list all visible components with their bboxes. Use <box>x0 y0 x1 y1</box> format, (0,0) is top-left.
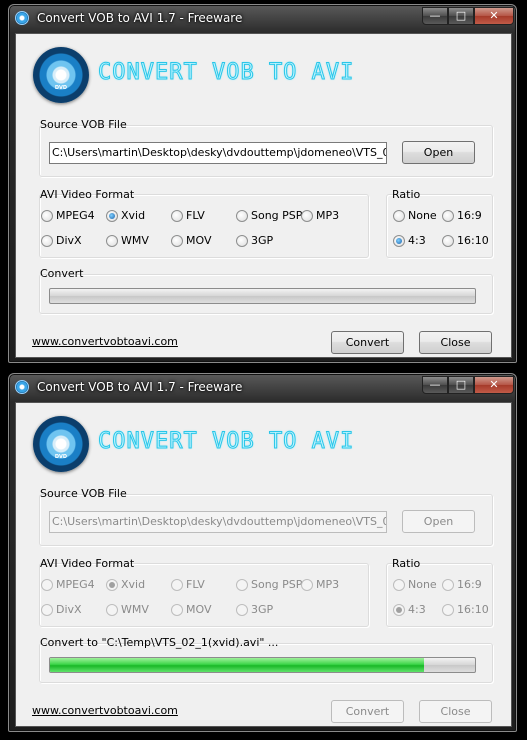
close-button[interactable]: Close <box>419 331 492 354</box>
main-window: Convert VOB to AVI 1.7 - Freeware — □ ✕ … <box>8 4 517 363</box>
radio-icon <box>442 604 454 616</box>
ratio-label: Ratio <box>392 188 421 201</box>
radio-selected-icon <box>106 579 118 591</box>
radio-icon <box>442 579 454 591</box>
format-label: AVI Video Format <box>40 557 135 570</box>
radio-icon <box>171 604 183 616</box>
radio-icon <box>171 210 183 222</box>
progress-bar <box>49 288 476 304</box>
radio-icon <box>442 210 454 222</box>
radio-icon <box>171 579 183 591</box>
radio-icon <box>301 210 313 222</box>
radio-icon <box>41 579 53 591</box>
radio-icon <box>106 235 118 247</box>
radio-icon <box>41 210 53 222</box>
format-label: AVI Video Format <box>40 188 135 201</box>
radio-icon <box>236 235 248 247</box>
convert-button: Convert <box>331 700 404 723</box>
logo-text: CONVERT VOB TO AVI <box>97 429 355 455</box>
open-button: Open <box>402 510 475 533</box>
close-button: Close <box>419 700 492 723</box>
convert-status-label: Convert <box>40 267 84 280</box>
radio-icon <box>106 604 118 616</box>
source-path-input[interactable]: C:\Users\martin\Desktop\desky\dvdouttemp… <box>49 142 387 164</box>
radio-icon <box>236 210 248 222</box>
close-icon[interactable]: ✕ <box>474 7 514 25</box>
radio-icon <box>41 235 53 247</box>
radio-icon <box>171 235 183 247</box>
radio-selected-icon <box>393 604 405 616</box>
radio-icon <box>41 604 53 616</box>
app-dvd-icon[interactable] <box>15 11 29 25</box>
website-link[interactable]: www.convertvobtoavi.com <box>32 704 178 717</box>
radio-selected-icon <box>106 210 118 222</box>
app-dvd-icon[interactable] <box>15 380 29 394</box>
source-label: Source VOB File <box>40 487 127 500</box>
window-title: Convert VOB to AVI 1.7 - Freeware <box>37 380 243 394</box>
website-link[interactable]: www.convertvobtoavi.com <box>32 335 178 348</box>
dvd-logo-icon: DVD <box>33 416 89 472</box>
radio-icon <box>393 579 405 591</box>
source-path-input: C:\Users\martin\Desktop\desky\dvdouttemp… <box>49 511 387 533</box>
minimize-icon[interactable]: — <box>422 7 448 25</box>
logo-disc-text: DVD <box>54 454 68 460</box>
ratio-label: Ratio <box>392 557 421 570</box>
radio-selected-icon <box>393 235 405 247</box>
minimize-icon[interactable]: — <box>422 376 448 394</box>
window-content: DVD CONVERT VOB TO AVI Source VOB File C… <box>15 33 512 358</box>
window-title: Convert VOB to AVI 1.7 - Freeware <box>37 11 243 25</box>
converting-window: Convert VOB to AVI 1.7 - Freeware — □ ✕ … <box>8 373 517 732</box>
logo-text: CONVERT VOB TO AVI <box>97 60 355 86</box>
maximize-icon[interactable]: □ <box>448 7 474 25</box>
convert-button[interactable]: Convert <box>331 331 404 354</box>
progress-fill <box>50 658 424 672</box>
radio-icon <box>442 235 454 247</box>
ratio-group <box>386 563 493 627</box>
radio-icon <box>236 604 248 616</box>
close-icon[interactable]: ✕ <box>474 376 514 394</box>
open-button[interactable]: Open <box>402 141 475 164</box>
radio-icon <box>393 210 405 222</box>
logo-disc-text: DVD <box>54 85 68 91</box>
ratio-group <box>386 194 493 258</box>
progress-bar <box>49 657 476 673</box>
format-group <box>39 563 369 627</box>
maximize-icon[interactable]: □ <box>448 376 474 394</box>
title-bar[interactable]: Convert VOB to AVI 1.7 - Freeware — □ ✕ <box>9 5 516 33</box>
window-content: DVD CONVERT VOB TO AVI Source VOB File C… <box>15 402 512 727</box>
radio-icon <box>236 579 248 591</box>
radio-icon <box>301 579 313 591</box>
format-group <box>39 194 369 258</box>
title-bar[interactable]: Convert VOB to AVI 1.7 - Freeware — □ ✕ <box>9 374 516 402</box>
convert-status-label: Convert to "C:\Temp\VTS_02_1(xvid).avi" … <box>40 636 279 649</box>
source-label: Source VOB File <box>40 118 127 131</box>
dvd-logo-icon: DVD <box>33 47 89 103</box>
